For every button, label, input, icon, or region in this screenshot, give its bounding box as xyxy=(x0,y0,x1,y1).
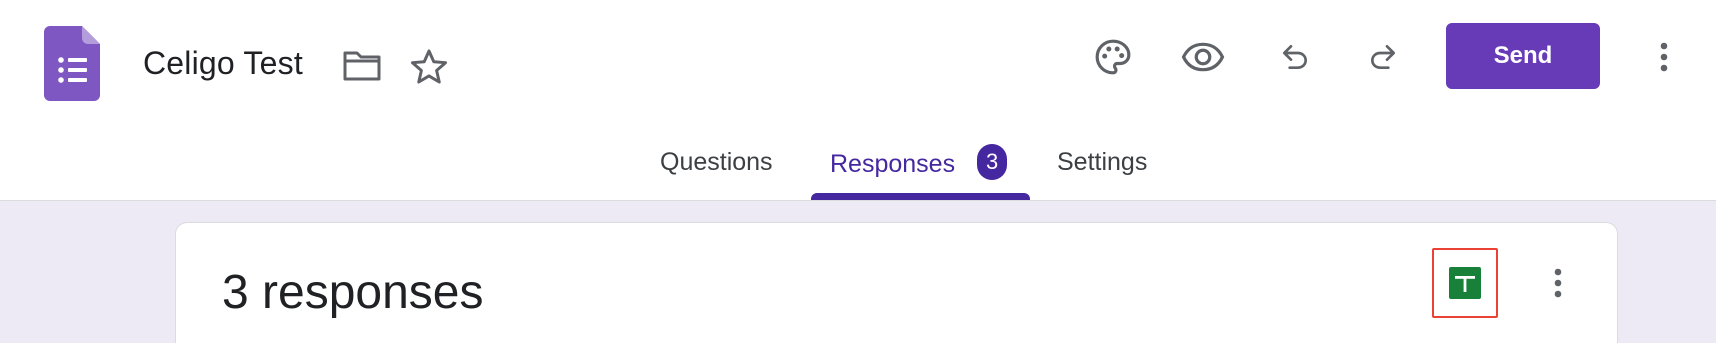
responses-summary-card: 3 responses xyxy=(175,222,1618,343)
active-tab-indicator xyxy=(811,193,1030,200)
redo-icon[interactable] xyxy=(1360,34,1406,80)
link-to-sheets-button[interactable] xyxy=(1432,248,1498,318)
tab-responses-label: Responses xyxy=(830,149,956,178)
form-header: Celigo Test Send Questions Responses 3 S… xyxy=(0,0,1716,201)
form-title[interactable]: Celigo Test xyxy=(143,45,303,82)
star-icon[interactable] xyxy=(406,44,452,90)
send-button[interactable]: Send xyxy=(1446,23,1600,89)
eye-icon[interactable] xyxy=(1178,34,1228,80)
responses-more-vert-icon[interactable] xyxy=(1540,263,1576,303)
palette-icon[interactable] xyxy=(1090,34,1136,80)
tab-settings[interactable]: Settings xyxy=(1057,148,1147,177)
google-sheets-icon xyxy=(1449,267,1481,299)
responses-count-badge: 3 xyxy=(977,144,1008,180)
undo-icon[interactable] xyxy=(1272,34,1318,80)
google-forms-icon[interactable] xyxy=(44,26,100,101)
tab-questions[interactable]: Questions xyxy=(660,148,773,177)
form-tabs: Questions Responses 3 Settings xyxy=(0,140,1716,200)
tab-responses[interactable]: Responses 3 xyxy=(830,144,1008,180)
responses-count-title: 3 responses xyxy=(222,266,484,319)
folder-icon[interactable] xyxy=(340,44,384,88)
more-vert-icon[interactable] xyxy=(1646,34,1682,80)
